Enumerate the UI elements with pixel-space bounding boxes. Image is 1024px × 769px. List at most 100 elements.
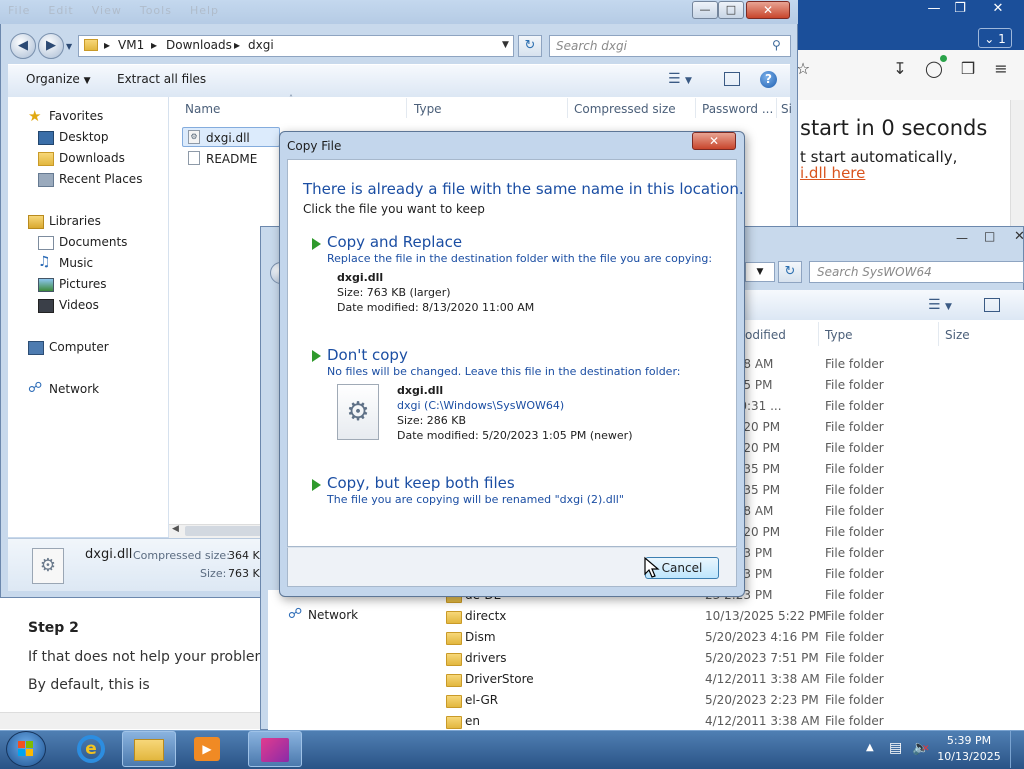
column-date-modified[interactable]: odified bbox=[745, 328, 786, 342]
folder-date: 5/20/2023 4:16 PM bbox=[705, 630, 819, 644]
view-options-icon-2[interactable]: ☰ ▼ bbox=[928, 297, 952, 313]
nav-downloads[interactable]: Downloads bbox=[59, 151, 125, 165]
search-input-2[interactable]: Search SysWOW64 bbox=[809, 261, 1024, 283]
breadcrumb-dxgi[interactable]: dxgi bbox=[248, 38, 274, 52]
breadcrumb-arrow-icon[interactable]: ▸ bbox=[234, 38, 240, 52]
back-button[interactable]: ◀ bbox=[10, 33, 36, 59]
view-options-icon[interactable]: ☰ ▼ bbox=[668, 71, 692, 87]
minimize-button-2[interactable]: — bbox=[956, 231, 968, 245]
browser-scrollbar[interactable] bbox=[1010, 100, 1024, 230]
explorer-taskbar-button[interactable] bbox=[122, 731, 176, 767]
breadcrumb-vm1[interactable]: VM1 bbox=[118, 38, 144, 52]
folder-name[interactable]: DriverStore bbox=[465, 672, 534, 686]
menu-icon[interactable]: ≡ bbox=[990, 58, 1012, 80]
preview-pane-icon[interactable] bbox=[724, 72, 740, 86]
system-clock[interactable]: 5:39 PM 10/13/2025 bbox=[934, 733, 1004, 765]
dll-large-icon: ⚙ bbox=[32, 548, 64, 584]
breadcrumb-arrow-icon[interactable]: ▸ bbox=[151, 38, 157, 52]
folder-name[interactable]: el-GR bbox=[465, 693, 498, 707]
download-icon[interactable]: ↧ bbox=[889, 58, 911, 80]
folder-date: 4/12/2011 3:38 AM bbox=[705, 714, 820, 728]
nav-documents[interactable]: Documents bbox=[59, 235, 127, 249]
column-password[interactable]: Password ... bbox=[702, 102, 773, 116]
file-dxgi-dll[interactable]: dxgi.dll bbox=[206, 131, 250, 145]
address-dropdown-icon[interactable]: ▼ bbox=[502, 40, 509, 50]
column-divider[interactable] bbox=[776, 98, 777, 118]
nav-network-2[interactable]: Network bbox=[308, 608, 358, 622]
dont-copy-title[interactable]: Don't copy bbox=[327, 346, 408, 364]
nav-network[interactable]: Network bbox=[49, 382, 99, 396]
preview-pane-icon-2[interactable] bbox=[984, 298, 1000, 312]
column-compressed-size[interactable]: Compressed size bbox=[574, 102, 676, 116]
column-divider[interactable] bbox=[567, 98, 568, 118]
column-size-2[interactable]: Size bbox=[945, 328, 970, 342]
column-divider[interactable] bbox=[938, 322, 939, 346]
folder-name[interactable]: drivers bbox=[465, 651, 507, 665]
extract-all-button[interactable]: Extract all files bbox=[117, 72, 206, 86]
clock-time: 5:39 PM bbox=[946, 734, 992, 747]
details-compressed-value: 364 KI bbox=[228, 549, 263, 562]
menu-tools[interactable]: Tools bbox=[140, 4, 172, 17]
refresh-button-2[interactable]: ↻ bbox=[778, 261, 802, 283]
search-icon[interactable]: ⚲ bbox=[772, 38, 781, 52]
nav-pictures[interactable]: Pictures bbox=[59, 277, 107, 291]
close-button-2[interactable]: ✕ bbox=[1014, 229, 1024, 244]
breadcrumb-arrow-icon[interactable]: ▸ bbox=[104, 38, 110, 52]
browser-restore-button[interactable]: ❐ bbox=[946, 0, 974, 18]
nav-recent-places[interactable]: Recent Places bbox=[59, 172, 142, 186]
show-desktop-button[interactable] bbox=[1010, 731, 1024, 768]
browser-close-button[interactable]: ✕ bbox=[984, 0, 1012, 18]
tab-count-button[interactable]: ⌄ 1 bbox=[978, 28, 1012, 48]
keep-both-title[interactable]: Copy, but keep both files bbox=[327, 474, 515, 492]
browser-minimize-button[interactable]: — bbox=[920, 0, 948, 18]
menu-view[interactable]: View bbox=[92, 4, 122, 17]
organize-button[interactable]: Organize ▼ bbox=[26, 72, 91, 86]
ie-taskbar-button[interactable]: e bbox=[64, 731, 118, 767]
menu-file[interactable]: File bbox=[8, 4, 30, 17]
network-tray-icon[interactable]: ▤ bbox=[889, 740, 902, 756]
folder-name[interactable]: en bbox=[465, 714, 480, 728]
folder-name[interactable]: directx bbox=[465, 609, 506, 623]
copy-and-replace-title[interactable]: Copy and Replace bbox=[327, 233, 462, 251]
nav-favorites[interactable]: Favorites bbox=[49, 109, 103, 123]
address-dropdown-2[interactable]: ▼ bbox=[745, 262, 775, 282]
scroll-thumb[interactable] bbox=[185, 526, 263, 536]
minimize-button[interactable]: — bbox=[692, 1, 718, 19]
column-type[interactable]: Type bbox=[414, 102, 442, 116]
column-divider[interactable] bbox=[818, 322, 819, 346]
column-divider[interactable] bbox=[695, 98, 696, 118]
forward-button[interactable]: ▶ bbox=[38, 33, 64, 59]
show-hidden-icons[interactable]: ▲ bbox=[866, 742, 874, 753]
download-link[interactable]: i.dll here bbox=[800, 164, 865, 182]
column-size[interactable]: Si bbox=[781, 102, 792, 116]
refresh-button[interactable]: ↻ bbox=[518, 35, 542, 57]
webpage-line-1: If that does not help your problem, bbox=[28, 649, 273, 665]
file-readme[interactable]: README bbox=[206, 152, 257, 166]
nav-computer[interactable]: Computer bbox=[49, 340, 109, 354]
column-type-2[interactable]: Type bbox=[825, 328, 853, 342]
start-button[interactable] bbox=[6, 731, 46, 767]
webpage-hscrollbar[interactable] bbox=[0, 712, 264, 729]
folder-name[interactable]: Dism bbox=[465, 630, 496, 644]
dialog-close-button[interactable]: ✕ bbox=[692, 132, 736, 150]
nav-music[interactable]: Music bbox=[59, 256, 93, 270]
menu-help[interactable]: Help bbox=[190, 4, 219, 17]
breadcrumb-downloads[interactable]: Downloads bbox=[166, 38, 232, 52]
maximize-button[interactable]: □ bbox=[718, 1, 744, 19]
close-button[interactable]: ✕ bbox=[746, 1, 790, 19]
menu-edit[interactable]: Edit bbox=[48, 4, 73, 17]
media-player-taskbar-button[interactable]: ▶ bbox=[180, 731, 234, 767]
recent-pages-dropdown[interactable]: ▼ bbox=[66, 42, 72, 51]
details-size-value: 763 KI bbox=[228, 567, 263, 580]
nav-libraries[interactable]: Libraries bbox=[49, 214, 101, 228]
column-divider[interactable] bbox=[406, 98, 407, 118]
nav-videos[interactable]: Videos bbox=[59, 298, 99, 312]
help-icon[interactable]: ? bbox=[760, 71, 777, 88]
scroll-left-icon[interactable]: ◀ bbox=[172, 524, 179, 534]
column-name[interactable]: Name bbox=[185, 102, 220, 116]
maximize-button-2[interactable]: □ bbox=[984, 229, 995, 243]
search-input[interactable]: Search dxgi bbox=[549, 35, 791, 57]
nav-desktop[interactable]: Desktop bbox=[59, 130, 109, 144]
extensions-icon[interactable]: ❒ bbox=[957, 58, 979, 80]
app-taskbar-button[interactable] bbox=[248, 731, 302, 767]
